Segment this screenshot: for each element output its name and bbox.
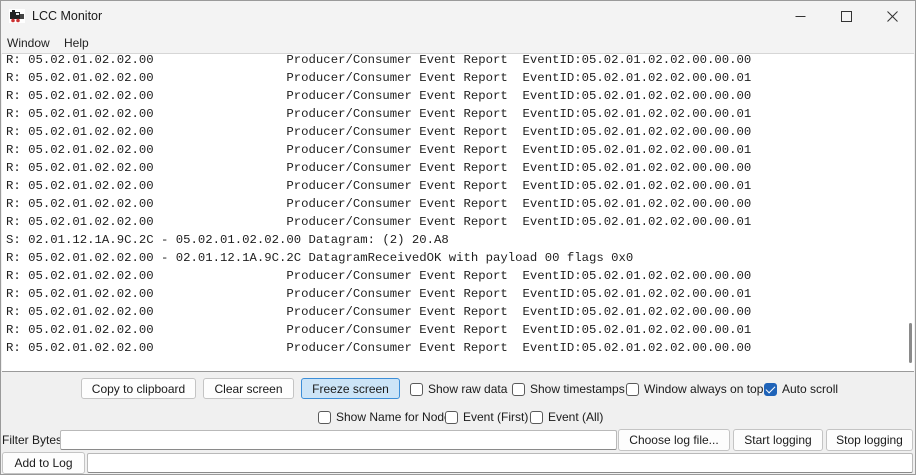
log-line: R: 05.02.01.02.02.00 Producer/Consumer E… bbox=[6, 287, 752, 301]
log-lines: R: 05.02.01.02.02.00 Producer/Consumer E… bbox=[6, 53, 752, 357]
freeze-screen-button[interactable]: Freeze screen bbox=[301, 378, 400, 399]
log-line: R: 05.02.01.02.02.00 Producer/Consumer E… bbox=[6, 323, 752, 337]
show-raw-data-checkbox[interactable]: Show raw data bbox=[410, 381, 507, 397]
minimize-button[interactable] bbox=[777, 1, 823, 32]
train-icon bbox=[9, 9, 25, 23]
event-all-label: Event (All) bbox=[548, 410, 604, 424]
filter-bytes-label: Filter Bytes: bbox=[2, 433, 66, 447]
start-logging-button[interactable]: Start logging bbox=[733, 429, 823, 451]
scrollbar-thumb[interactable] bbox=[909, 323, 912, 363]
event-all-checkbox[interactable]: Event (All) bbox=[530, 409, 603, 425]
log-line: R: 05.02.01.02.02.00 Producer/Consumer E… bbox=[6, 197, 752, 211]
log-line: R: 05.02.01.02.02.00 Producer/Consumer E… bbox=[6, 89, 752, 103]
log-line: R: 05.02.01.02.02.00 Producer/Consumer E… bbox=[6, 161, 752, 175]
menu-help[interactable]: Help bbox=[64, 36, 89, 50]
title-bar[interactable]: LCC Monitor bbox=[1, 1, 915, 32]
auto-scroll-checkbox[interactable]: Auto scroll bbox=[764, 381, 838, 397]
show-timestamps-label: Show timestamps bbox=[530, 382, 625, 396]
event-first-label: Event (First) bbox=[463, 410, 529, 424]
log-line: R: 05.02.01.02.02.00 Producer/Consumer E… bbox=[6, 107, 752, 121]
close-icon bbox=[886, 11, 898, 22]
show-raw-data-box[interactable] bbox=[410, 382, 423, 396]
menu-window[interactable]: Window bbox=[7, 36, 50, 50]
show-name-for-node-checkbox[interactable]: Show Name for Node bbox=[318, 409, 451, 425]
choose-log-file-button[interactable]: Choose log file... bbox=[618, 429, 730, 451]
filter-bytes-input[interactable] bbox=[60, 430, 617, 450]
window-always-on-top-box[interactable] bbox=[626, 382, 639, 396]
log-text-area[interactable]: R: 05.02.01.02.02.00 Producer/Consumer E… bbox=[2, 53, 914, 372]
show-raw-data-label: Show raw data bbox=[428, 382, 508, 396]
stop-logging-button[interactable]: Stop logging bbox=[826, 429, 913, 451]
log-line: R: 05.02.01.02.02.00 Producer/Consumer E… bbox=[6, 269, 752, 283]
log-line: R: 05.02.01.02.02.00 Producer/Consumer E… bbox=[6, 53, 752, 67]
log-line: R: 05.02.01.02.02.00 Producer/Consumer E… bbox=[6, 215, 752, 229]
show-timestamps-box[interactable] bbox=[512, 382, 525, 396]
clear-screen-button[interactable]: Clear screen bbox=[203, 378, 294, 399]
maximize-icon bbox=[840, 11, 852, 22]
event-first-checkbox[interactable]: Event (First) bbox=[445, 409, 528, 425]
close-button[interactable] bbox=[869, 1, 915, 32]
show-name-for-node-box[interactable] bbox=[318, 410, 331, 424]
minimize-icon bbox=[795, 16, 805, 17]
auto-scroll-box[interactable] bbox=[764, 382, 777, 396]
show-name-for-node-label: Show Name for Node bbox=[336, 410, 451, 424]
log-line: R: 05.02.01.02.02.00 Producer/Consumer E… bbox=[6, 341, 752, 355]
window-always-on-top-label: Window always on top bbox=[644, 382, 764, 396]
log-line: R: 05.02.01.02.02.00 - 02.01.12.1A.9C.2C… bbox=[6, 251, 634, 265]
log-line: R: 05.02.01.02.02.00 Producer/Consumer E… bbox=[6, 71, 752, 85]
auto-scroll-label: Auto scroll bbox=[782, 382, 839, 396]
log-line: R: 05.02.01.02.02.00 Producer/Consumer E… bbox=[6, 125, 752, 139]
window-title: LCC Monitor bbox=[32, 9, 103, 23]
lcc-monitor-window: LCC Monitor Window Help R: 05.02.01.02.0… bbox=[0, 0, 916, 475]
maximize-button[interactable] bbox=[823, 1, 869, 32]
log-line: R: 05.02.01.02.02.00 Producer/Consumer E… bbox=[6, 305, 752, 319]
event-first-box[interactable] bbox=[445, 410, 458, 424]
add-to-log-button[interactable]: Add to Log bbox=[2, 452, 85, 474]
copy-to-clipboard-button[interactable]: Copy to clipboard bbox=[81, 378, 196, 399]
window-always-on-top-checkbox[interactable]: Window always on top bbox=[626, 381, 763, 397]
log-line: R: 05.02.01.02.02.00 Producer/Consumer E… bbox=[6, 143, 752, 157]
show-timestamps-checkbox[interactable]: Show timestamps bbox=[512, 381, 625, 397]
log-line: R: 05.02.01.02.02.00 Producer/Consumer E… bbox=[6, 179, 752, 193]
event-all-box[interactable] bbox=[530, 410, 543, 424]
menu-bar: Window Help bbox=[1, 32, 915, 53]
add-to-log-input[interactable] bbox=[87, 453, 913, 473]
log-line: S: 02.01.12.1A.9C.2C - 05.02.01.02.02.00… bbox=[6, 233, 449, 247]
